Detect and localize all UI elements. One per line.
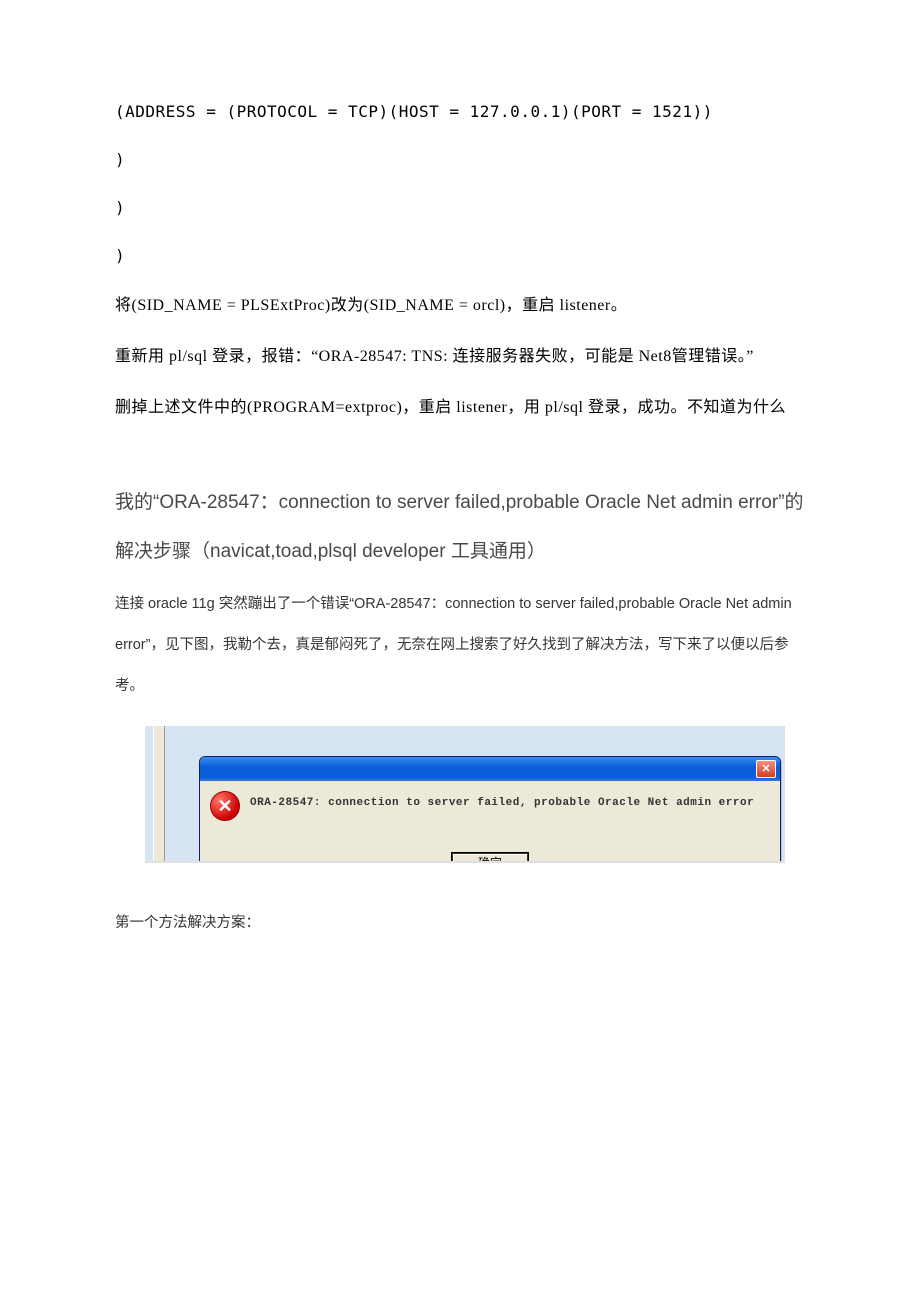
code-close-paren: ) [115,196,805,220]
document-page: (ADDRESS = (PROTOCOL = TCP)(HOST = 127.0… [0,0,920,1302]
close-icon[interactable]: ✕ [756,760,776,778]
code-close-paren: ) [115,244,805,268]
instruction-paragraph: 将(SID_NAME = PLSExtProc)改为(SID_NAME = or… [115,292,805,319]
dialog-body: ✕ ORA-28547: connection to server failed… [200,781,780,853]
ok-button[interactable]: 确定 [452,853,528,861]
dialog-titlebar: ✕ [200,757,780,781]
dialog-message: ORA-28547: connection to server failed, … [250,791,754,809]
instruction-paragraph: 重新用 pl/sql 登录，报错：“ORA-28547: TNS: 连接服务器失… [115,343,805,370]
code-close-paren: ) [115,148,805,172]
section-subheading: 第一个方法解决方案： [115,911,805,932]
error-dialog-screenshot: ✕ ✕ ORA-28547: connection to server fail… [145,726,785,863]
error-icon: ✕ [210,791,240,821]
intro-paragraph: 连接 oracle 11g 突然蹦出了一个错误“ORA-28547：connec… [115,584,805,706]
instruction-paragraph: 删掉上述文件中的(PROGRAM=extproc)，重启 listener，用 … [115,394,805,421]
error-dialog-window: ✕ ✕ ORA-28547: connection to server fail… [199,756,781,861]
section-heading: 我的“ORA-28547：connection to server failed… [115,478,805,577]
code-line: (ADDRESS = (PROTOCOL = TCP)(HOST = 127.0… [115,100,805,124]
pane-edge [153,726,165,861]
screenshot-bottom-strip [145,861,785,863]
screenshot-backdrop: ✕ ✕ ORA-28547: connection to server fail… [145,726,785,861]
